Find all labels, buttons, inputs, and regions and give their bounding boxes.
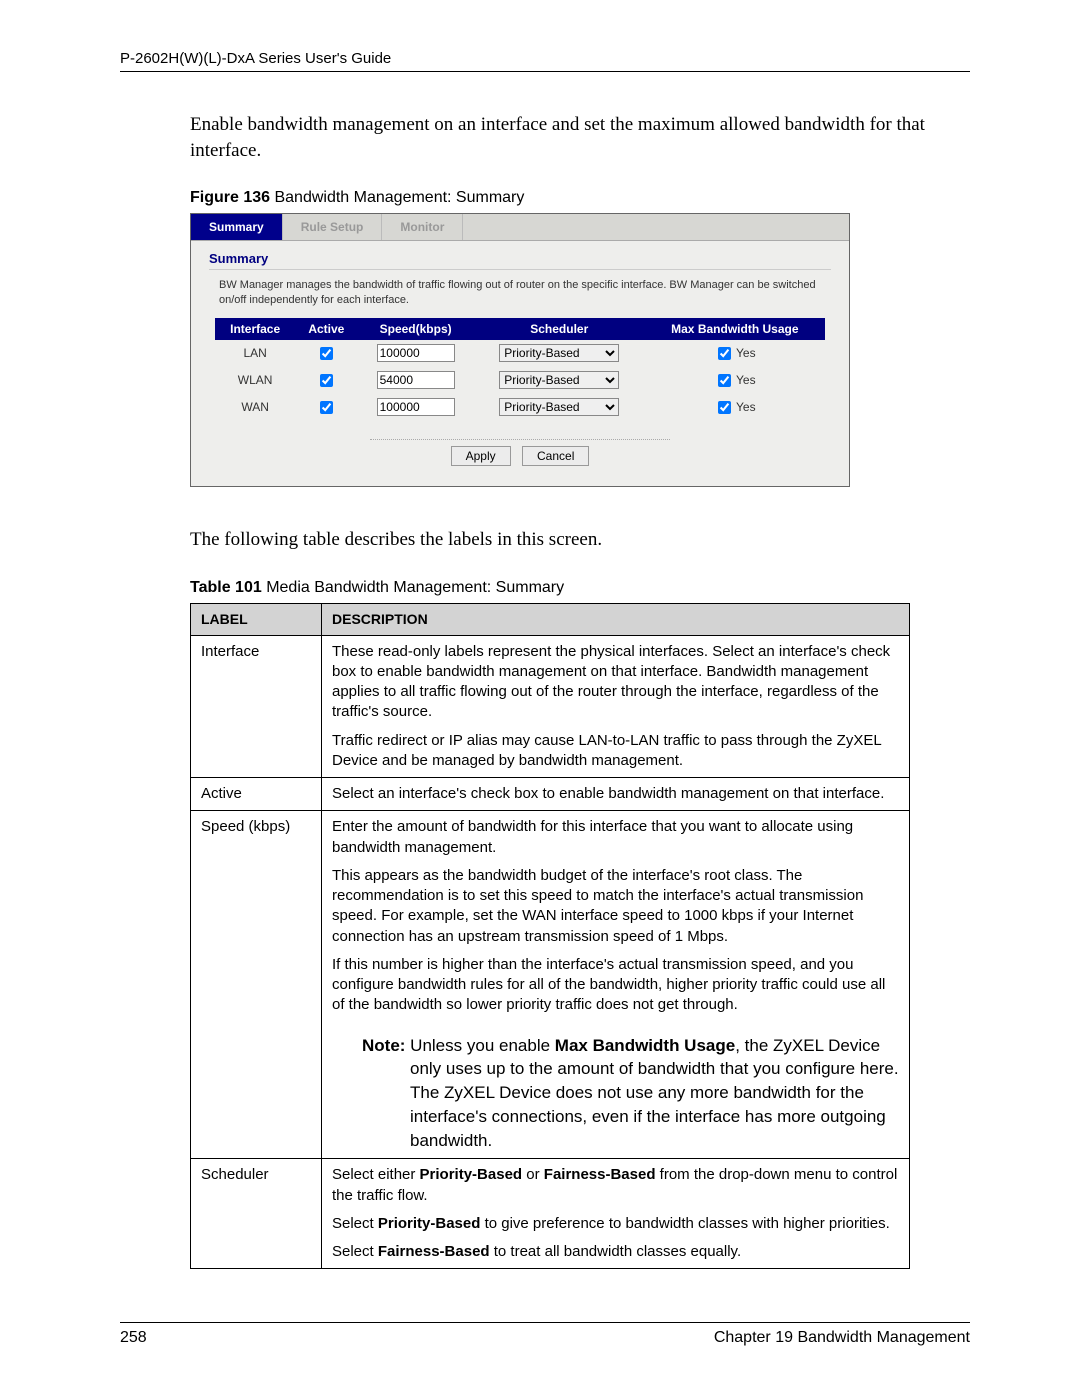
running-header: P-2602H(W)(L)-DxA Series User's Guide bbox=[120, 50, 970, 67]
post-figure-text: The following table describes the labels… bbox=[190, 527, 970, 553]
interface-label: WAN bbox=[215, 394, 295, 421]
speed-input[interactable] bbox=[377, 371, 455, 389]
apply-button[interactable]: Apply bbox=[451, 446, 511, 466]
desc-text: Enter the amount of bandwidth for this i… bbox=[322, 811, 910, 1159]
table-caption: Table 101 Media Bandwidth Management: Su… bbox=[190, 579, 970, 597]
scheduler-select[interactable]: Priority-Based bbox=[499, 398, 619, 416]
yes-label: Yes bbox=[736, 400, 756, 414]
table-row: WLAN Priority-Based Yes bbox=[215, 367, 825, 394]
table-row: WAN Priority-Based Yes bbox=[215, 394, 825, 421]
table-row: LAN Priority-Based Yes bbox=[215, 340, 825, 367]
speed-input[interactable] bbox=[377, 398, 455, 416]
scheduler-select[interactable]: Priority-Based bbox=[499, 344, 619, 362]
interface-label: LAN bbox=[215, 340, 295, 367]
desc-col-description: DESCRIPTION bbox=[322, 603, 910, 635]
interface-label: WLAN bbox=[215, 367, 295, 394]
chapter-label: Chapter 19 Bandwidth Management bbox=[714, 1329, 970, 1347]
page-footer: 258 Chapter 19 Bandwidth Management bbox=[120, 1322, 970, 1347]
desc-row-scheduler: Scheduler Select either Priority-Based o… bbox=[191, 1159, 910, 1269]
desc-label: Speed (kbps) bbox=[191, 811, 322, 1159]
yes-label: Yes bbox=[736, 346, 756, 360]
bandwidth-summary-screenshot: Summary Rule Setup Monitor Summary BW Ma… bbox=[190, 213, 850, 487]
desc-text: Select an interface's check box to enabl… bbox=[322, 778, 910, 811]
note-block: Note: Unless you enable Max Bandwidth Us… bbox=[332, 1024, 899, 1153]
desc-row-interface: Interface These read-only labels represe… bbox=[191, 635, 910, 778]
header-rule bbox=[120, 71, 970, 72]
intro-paragraph: Enable bandwidth management on an interf… bbox=[190, 112, 970, 163]
col-max: Max Bandwidth Usage bbox=[645, 318, 825, 340]
active-checkbox[interactable] bbox=[320, 347, 333, 360]
active-checkbox[interactable] bbox=[320, 401, 333, 414]
footer-rule bbox=[120, 1322, 970, 1323]
page-number: 258 bbox=[120, 1329, 147, 1347]
desc-row-speed: Speed (kbps) Enter the amount of bandwid… bbox=[191, 811, 910, 1159]
table-number: Table 101 bbox=[190, 579, 262, 596]
bandwidth-table: Interface Active Speed(kbps) Scheduler M… bbox=[215, 318, 825, 421]
cancel-button[interactable]: Cancel bbox=[522, 446, 589, 466]
figure-caption: Figure 136 Bandwidth Management: Summary bbox=[190, 189, 970, 207]
desc-col-label: LABEL bbox=[191, 603, 322, 635]
col-active: Active bbox=[295, 318, 357, 340]
figure-title: Bandwidth Management: Summary bbox=[270, 189, 524, 206]
tab-monitor[interactable]: Monitor bbox=[382, 214, 463, 240]
col-speed: Speed(kbps) bbox=[357, 318, 473, 340]
desc-label: Scheduler bbox=[191, 1159, 322, 1269]
panel-title: Summary bbox=[209, 251, 831, 270]
desc-text: Select either Priority-Based or Fairness… bbox=[322, 1159, 910, 1269]
tab-rule-setup[interactable]: Rule Setup bbox=[283, 214, 383, 240]
dotted-divider bbox=[370, 439, 670, 440]
col-scheduler: Scheduler bbox=[474, 318, 645, 340]
desc-text: These read-only labels represent the phy… bbox=[322, 635, 910, 778]
panel-description: BW Manager manages the bandwidth of traf… bbox=[219, 278, 831, 308]
max-usage-checkbox[interactable] bbox=[718, 347, 731, 360]
document-page: P-2602H(W)(L)-DxA Series User's Guide En… bbox=[0, 0, 1080, 1397]
max-usage-checkbox[interactable] bbox=[718, 374, 731, 387]
active-checkbox[interactable] bbox=[320, 374, 333, 387]
scheduler-select[interactable]: Priority-Based bbox=[499, 371, 619, 389]
desc-label: Active bbox=[191, 778, 322, 811]
desc-row-active: Active Select an interface's check box t… bbox=[191, 778, 910, 811]
description-table: LABEL DESCRIPTION Interface These read-o… bbox=[190, 603, 910, 1270]
tab-bar: Summary Rule Setup Monitor bbox=[191, 214, 849, 241]
speed-input[interactable] bbox=[377, 344, 455, 362]
max-usage-checkbox[interactable] bbox=[718, 401, 731, 414]
figure-number: Figure 136 bbox=[190, 189, 270, 206]
tab-summary[interactable]: Summary bbox=[191, 214, 283, 240]
desc-label: Interface bbox=[191, 635, 322, 778]
col-interface: Interface bbox=[215, 318, 295, 340]
yes-label: Yes bbox=[736, 373, 756, 387]
table-title: Media Bandwidth Management: Summary bbox=[262, 579, 564, 596]
button-row: Apply Cancel bbox=[209, 421, 831, 466]
